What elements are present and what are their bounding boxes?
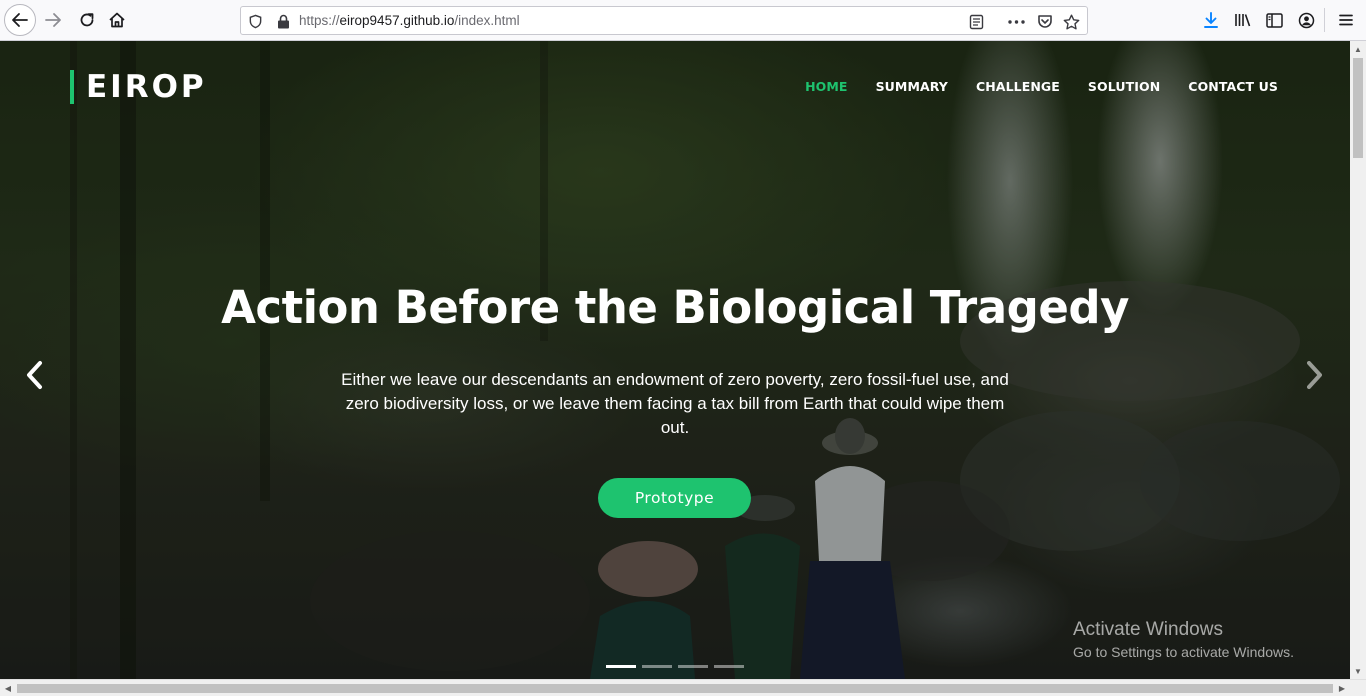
chevron-left-icon	[27, 361, 42, 389]
carousel-indicators	[606, 665, 744, 668]
download-icon	[1204, 12, 1218, 28]
address-bar[interactable]: https://eirop9457.github.io/index.html	[240, 6, 1088, 35]
account-button[interactable]	[1291, 5, 1321, 35]
hero-overlay	[0, 41, 1350, 679]
back-icon	[12, 13, 28, 27]
account-icon	[1298, 12, 1314, 28]
scroll-down-icon[interactable]: ▼	[1350, 663, 1366, 679]
sidebar-button[interactable]	[1259, 5, 1289, 35]
url-text[interactable]: https://eirop9457.github.io/index.html	[299, 13, 520, 28]
shield-icon[interactable]	[247, 13, 264, 30]
site-logo[interactable]: EIROP	[70, 70, 207, 104]
reader-view-icon[interactable]	[968, 13, 985, 30]
vertical-scrollbar[interactable]: ▲ ▼	[1350, 41, 1366, 679]
library-icon	[1235, 14, 1251, 27]
menu-icon	[1339, 14, 1353, 26]
url-host: eirop9457.github.io	[339, 13, 455, 28]
carousel-indicator-4[interactable]	[714, 665, 744, 668]
nav-summary[interactable]: SUMMARY	[876, 79, 948, 94]
carousel-indicator-1[interactable]	[606, 665, 636, 668]
url-prefix: https://	[299, 13, 340, 28]
library-button[interactable]	[1228, 5, 1258, 35]
forward-icon	[45, 13, 61, 27]
watermark-subtitle: Go to Settings to activate Windows.	[1073, 644, 1294, 660]
watermark-title: Activate Windows	[1073, 619, 1223, 640]
hero-title: Action Before the Biological Tragedy	[221, 281, 1129, 334]
nav-contact-us[interactable]: CONTACT US	[1188, 79, 1278, 94]
horizontal-scroll-thumb[interactable]	[17, 684, 1333, 693]
back-button[interactable]	[4, 4, 36, 36]
lock-icon[interactable]	[275, 13, 292, 30]
scroll-left-icon[interactable]: ◀	[0, 680, 16, 696]
browser-toolbar: https://eirop9457.github.io/index.html	[0, 0, 1366, 41]
vertical-scroll-thumb[interactable]	[1353, 58, 1363, 158]
nav-solution[interactable]: SOLUTION	[1088, 79, 1160, 94]
windows-activation-watermark: Activate Windows Go to Settings to activ…	[1073, 619, 1294, 660]
nav-challenge[interactable]: CHALLENGE	[976, 79, 1060, 94]
pocket-icon[interactable]	[1036, 13, 1053, 30]
forward-button[interactable]	[38, 5, 68, 35]
reload-button[interactable]	[72, 5, 102, 35]
bookmark-star-icon[interactable]	[1063, 13, 1080, 30]
home-button[interactable]	[102, 5, 132, 35]
sidebar-icon	[1265, 12, 1283, 28]
main-nav: HOME SUMMARY CHALLENGE SOLUTION CONTACT …	[805, 79, 1278, 94]
scroll-right-icon[interactable]: ▶	[1334, 680, 1350, 696]
nav-home[interactable]: HOME	[805, 79, 847, 94]
hero-carousel: EIROP HOME SUMMARY CHALLENGE SOLUTION CO…	[0, 41, 1350, 679]
hero-description: Either we leave our descendants an endow…	[341, 370, 1009, 437]
scroll-up-icon[interactable]: ▲	[1350, 41, 1366, 57]
carousel-next-button[interactable]	[1300, 357, 1330, 393]
carousel-prev-button[interactable]	[19, 357, 49, 393]
prototype-button[interactable]: Prototype	[598, 478, 751, 518]
horizontal-scrollbar[interactable]: ◀ ▶	[0, 679, 1366, 696]
carousel-indicator-2[interactable]	[642, 665, 672, 668]
carousel-indicator-3[interactable]	[678, 665, 708, 668]
reload-icon	[80, 13, 94, 27]
more-icon[interactable]	[1008, 13, 1025, 30]
chevron-right-icon	[1307, 361, 1322, 389]
url-path: /index.html	[454, 13, 520, 28]
downloads-button[interactable]	[1196, 5, 1226, 35]
app-menu-button[interactable]	[1331, 5, 1361, 35]
toolbar-divider	[1324, 8, 1325, 32]
home-icon	[109, 12, 125, 28]
